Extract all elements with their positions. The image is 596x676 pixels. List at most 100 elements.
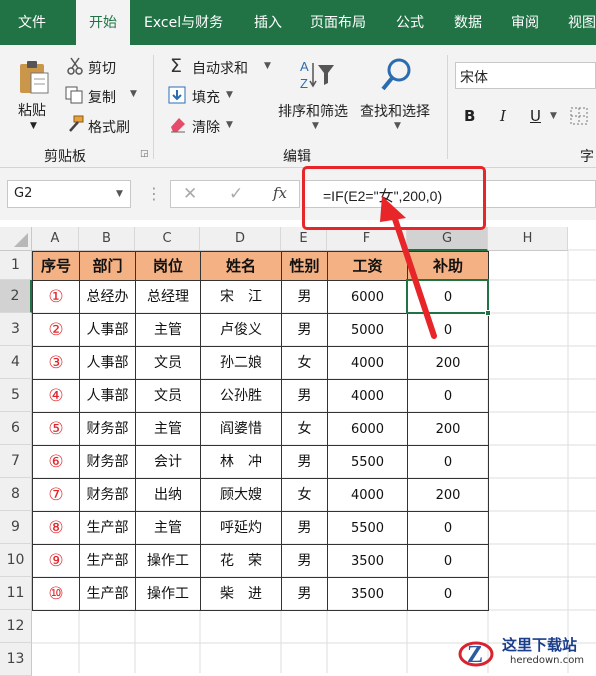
- cell-name[interactable]: 顾大嫂: [200, 478, 282, 512]
- cell-position[interactable]: 总经理: [135, 280, 201, 314]
- cell-seq[interactable]: ③: [32, 346, 80, 380]
- underline-button[interactable]: U: [530, 107, 541, 125]
- cell-seq[interactable]: ⑤: [32, 412, 80, 446]
- cell-gender[interactable]: 男: [281, 511, 328, 545]
- format-painter-button[interactable]: 格式刷: [88, 117, 130, 137]
- header-position[interactable]: 岗位: [135, 251, 201, 281]
- cell-gender[interactable]: 男: [281, 577, 328, 611]
- name-box[interactable]: G2 ▼: [7, 180, 131, 208]
- column-header-c[interactable]: C: [135, 227, 200, 251]
- cell-salary[interactable]: 3500: [327, 544, 408, 578]
- cell-seq[interactable]: ⑦: [32, 478, 80, 512]
- tab-review[interactable]: 审阅: [511, 0, 539, 45]
- cell-name[interactable]: 花 荣: [200, 544, 282, 578]
- row-header-13[interactable]: 13: [0, 643, 32, 676]
- cell-dept[interactable]: 人事部: [79, 313, 136, 347]
- fill-handle[interactable]: [485, 310, 491, 316]
- cell-allowance[interactable]: 0: [407, 379, 489, 413]
- dialog-launcher-icon[interactable]: ◲: [140, 149, 149, 159]
- cell-allowance[interactable]: 200: [407, 478, 489, 512]
- cell-name[interactable]: 阎婆惜: [200, 412, 282, 446]
- cell-name[interactable]: 公孙胜: [200, 379, 282, 413]
- clear-button[interactable]: 清除: [192, 117, 220, 137]
- row-header-11[interactable]: 11: [0, 577, 32, 610]
- cell-salary[interactable]: 4000: [327, 379, 408, 413]
- cell-name[interactable]: 孙二娘: [200, 346, 282, 380]
- italic-button[interactable]: I: [500, 107, 506, 125]
- tab-view[interactable]: 视图: [568, 0, 596, 45]
- cell-position[interactable]: 会计: [135, 445, 201, 479]
- cell-name[interactable]: 宋 江: [200, 280, 282, 314]
- cell-allowance[interactable]: 0: [407, 511, 489, 545]
- sort-filter-button[interactable]: A Z 排序和筛选 ▼: [278, 55, 356, 135]
- cell-allowance[interactable]: 0: [407, 577, 489, 611]
- cell-position[interactable]: 主管: [135, 511, 201, 545]
- cell-gender[interactable]: 男: [281, 379, 328, 413]
- cell-seq[interactable]: ⑩: [32, 577, 80, 611]
- cell-seq[interactable]: ⑨: [32, 544, 80, 578]
- paste-button[interactable]: 粘贴 ▼: [14, 55, 54, 135]
- insert-function-icon[interactable]: fx: [273, 184, 287, 202]
- cell-gender[interactable]: 女: [281, 346, 328, 380]
- cell-dept[interactable]: 生产部: [79, 577, 136, 611]
- header-dept[interactable]: 部门: [79, 251, 136, 281]
- cell-dept[interactable]: 人事部: [79, 346, 136, 380]
- cell-seq[interactable]: ⑥: [32, 445, 80, 479]
- borders-icon[interactable]: [570, 107, 588, 125]
- cell-salary[interactable]: 5500: [327, 445, 408, 479]
- cell-gender[interactable]: 男: [281, 313, 328, 347]
- row-header-1[interactable]: 1: [0, 251, 32, 280]
- row-header-3[interactable]: 3: [0, 313, 32, 346]
- splitter-icon[interactable]: ⋮: [146, 184, 162, 203]
- cell-gender[interactable]: 女: [281, 478, 328, 512]
- cell-salary[interactable]: 5500: [327, 511, 408, 545]
- fill-button[interactable]: 填充: [192, 87, 220, 107]
- tab-insert[interactable]: 插入: [254, 0, 282, 45]
- tab-file[interactable]: 文件: [18, 0, 46, 45]
- tab-data[interactable]: 数据: [454, 0, 482, 45]
- cell-name[interactable]: 呼延灼: [200, 511, 282, 545]
- cell-position[interactable]: 文员: [135, 346, 201, 380]
- cell-seq[interactable]: ②: [32, 313, 80, 347]
- row-header-9[interactable]: 9: [0, 511, 32, 544]
- copy-button[interactable]: 复制: [88, 87, 116, 107]
- cell-name[interactable]: 柴 进: [200, 577, 282, 611]
- row-header-4[interactable]: 4: [0, 346, 32, 379]
- select-all-corner[interactable]: [0, 227, 32, 251]
- column-header-a[interactable]: A: [32, 227, 79, 251]
- row-header-10[interactable]: 10: [0, 544, 32, 577]
- cell-position[interactable]: 文员: [135, 379, 201, 413]
- row-header-8[interactable]: 8: [0, 478, 32, 511]
- cell-seq[interactable]: ①: [32, 280, 80, 314]
- cell-dept[interactable]: 总经办: [79, 280, 136, 314]
- column-header-b[interactable]: B: [79, 227, 135, 251]
- cell-dept[interactable]: 生产部: [79, 511, 136, 545]
- cell-salary[interactable]: 3500: [327, 577, 408, 611]
- row-header-12[interactable]: 12: [0, 610, 32, 643]
- cell-allowance[interactable]: 0: [407, 544, 489, 578]
- row-header-6[interactable]: 6: [0, 412, 32, 445]
- cell-allowance[interactable]: 0: [407, 445, 489, 479]
- cell-salary[interactable]: 4000: [327, 346, 408, 380]
- cell-name[interactable]: 卢俊义: [200, 313, 282, 347]
- cell-allowance[interactable]: 200: [407, 346, 489, 380]
- cell-name[interactable]: 林 冲: [200, 445, 282, 479]
- header-name[interactable]: 姓名: [200, 251, 282, 281]
- cell-gender[interactable]: 男: [281, 280, 328, 314]
- cell-seq[interactable]: ⑧: [32, 511, 80, 545]
- column-header-e[interactable]: E: [281, 227, 327, 251]
- enter-icon[interactable]: ✓: [229, 184, 243, 204]
- header-gender[interactable]: 性别: [281, 251, 328, 281]
- column-header-d[interactable]: D: [200, 227, 281, 251]
- bold-button[interactable]: B: [464, 107, 475, 125]
- cell-salary[interactable]: 6000: [327, 412, 408, 446]
- cell-gender[interactable]: 男: [281, 445, 328, 479]
- autosum-button[interactable]: 自动求和: [192, 58, 248, 78]
- tab-home[interactable]: 开始: [76, 0, 130, 45]
- cell-gender[interactable]: 男: [281, 544, 328, 578]
- header-seq[interactable]: 序号: [32, 251, 80, 281]
- cell-dept[interactable]: 财务部: [79, 412, 136, 446]
- tab-page-layout[interactable]: 页面布局: [310, 0, 366, 45]
- cell-dept[interactable]: 人事部: [79, 379, 136, 413]
- font-name-box[interactable]: 宋体: [455, 62, 596, 89]
